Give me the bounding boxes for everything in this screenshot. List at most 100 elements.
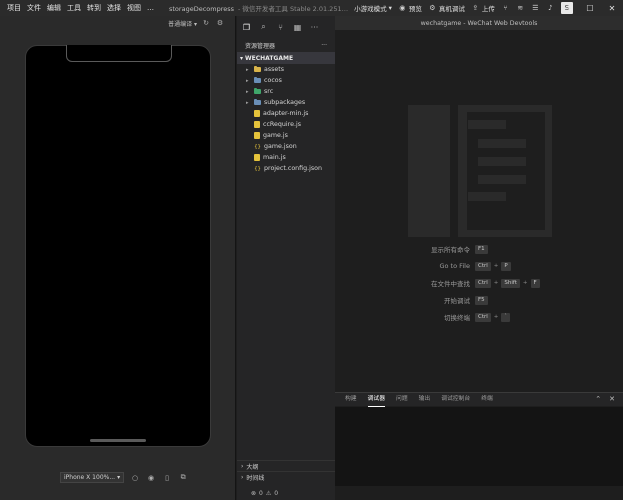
menu-item-project[interactable]: 项目	[4, 0, 24, 16]
js-file-icon	[254, 121, 260, 128]
editor-area: wechatgame - WeChat Web Devtools 显示所有命令 …	[335, 16, 623, 392]
window-title: storageDecompress - 微信开发者工具 Stable 2.01.2…	[169, 3, 348, 13]
json-file-icon: {}	[254, 165, 261, 172]
debugger-content[interactable]	[335, 407, 623, 486]
mode-select-label: 小游戏模式	[354, 5, 387, 13]
preview-button[interactable]: ◉ 预览	[398, 3, 422, 13]
window-icon[interactable]: ⧉	[178, 473, 188, 482]
phone-notch	[66, 45, 172, 62]
shortcut-row: 显示所有命令 F1	[335, 243, 623, 255]
error-count: 0	[259, 490, 263, 497]
window-controls: ─ ☐ ✕	[557, 0, 623, 16]
layers-icon[interactable]: ≋	[516, 4, 525, 13]
close-panel-icon[interactable]: ✕	[609, 393, 615, 406]
simulator-toolbar: 普通编译 ▾ ↻ ⚙	[0, 16, 235, 30]
menu-item-edit[interactable]: 编辑	[44, 0, 64, 16]
branch-icon[interactable]: ⑂	[501, 4, 510, 13]
explorer-more-button[interactable]: ···	[321, 42, 327, 49]
warning-count: 0	[274, 490, 279, 497]
files-icon[interactable]: ❐	[242, 23, 251, 32]
simulator-pane: 普通编译 ▾ ↻ ⚙ iPhone X 100%... ▾ ○ ◉ ▯ ⧉	[0, 16, 236, 500]
tab-problems[interactable]: 问题	[396, 393, 408, 406]
chevron-down-icon: ▾	[240, 54, 244, 62]
record-icon[interactable]: ○	[130, 474, 140, 482]
compile-select[interactable]: 普通编译 ▾	[168, 19, 197, 28]
chevron-right-icon: ▸	[246, 99, 249, 106]
list-icon[interactable]: ☰	[531, 4, 540, 13]
menu-item-more[interactable]: …	[144, 0, 157, 16]
shortcut-row: 开始调试 F5	[335, 294, 623, 306]
real-debug-label: 真机调试	[438, 5, 465, 13]
status-bar[interactable]: ⊗ 0 ⚠ 0	[237, 487, 278, 500]
timeline-section[interactable]: › 时间线	[237, 471, 335, 482]
menu-item-view[interactable]: 视图	[124, 0, 144, 16]
phone-screen[interactable]	[25, 45, 211, 447]
tab-debug-console[interactable]: 调试控制台	[441, 393, 470, 406]
file-game-json[interactable]: {} game.json	[237, 141, 335, 152]
folder-cocos[interactable]: ▸ cocos	[237, 75, 335, 86]
folder-icon	[254, 66, 261, 72]
activity-bar: ❐ ⌕ ⑂ ▦ ···	[237, 16, 335, 38]
device-select[interactable]: iPhone X 100%... ▾	[60, 472, 125, 483]
close-icon[interactable]: ✕	[601, 0, 623, 16]
menu-item-select[interactable]: 选择	[104, 0, 124, 16]
tab-build[interactable]: 构建	[345, 393, 357, 406]
bell-icon[interactable]: ♪	[546, 4, 555, 13]
explorer-pane: ❐ ⌕ ⑂ ▦ ··· 资源管理器 ··· ▾ WECHATGAME ▸ asse…	[237, 16, 335, 500]
menu-item-tools[interactable]: 工具	[64, 0, 84, 16]
device-select-label: iPhone X 100%...	[64, 474, 116, 481]
minimize-icon[interactable]: ─	[557, 0, 579, 16]
chevron-right-icon: ›	[241, 462, 244, 470]
explorer-header: 资源管理器 ···	[237, 38, 335, 52]
simulator-bottom-bar: iPhone X 100%... ▾ ○ ◉ ▯ ⧉	[60, 472, 188, 483]
file-main-js[interactable]: main.js	[237, 152, 335, 163]
file-ccrequire-js[interactable]: ccRequire.js	[237, 119, 335, 130]
gear-icon[interactable]: ⚙	[215, 19, 225, 27]
json-file-icon: {}	[254, 143, 261, 150]
file-adapter-min-js[interactable]: adapter-min.js	[237, 108, 335, 119]
mode-select[interactable]: 小游戏模式 ▾	[354, 3, 392, 13]
shortcut-row: 在文件中查找 Ctrl + Shift + F	[335, 277, 623, 289]
folder-subpackages[interactable]: ▸ subpackages	[237, 97, 335, 108]
chevron-right-icon: ›	[241, 473, 244, 481]
panel-controls: ⌃ ✕	[595, 393, 615, 406]
settings-icon: ⚙	[429, 4, 436, 12]
source-control-icon[interactable]: ⑂	[276, 23, 285, 32]
explorer-footer: › 大纲 › 时间线	[237, 460, 335, 482]
tab-terminal[interactable]: 终端	[481, 393, 493, 406]
menu-bar: 项目 文件 编辑 工具 转到 选择 视图 …	[0, 0, 157, 16]
file-project-config-json[interactable]: {} project.config.json	[237, 163, 335, 174]
stop-icon[interactable]: ◉	[146, 474, 156, 482]
toolbar: ◉ 预览 ⚙ 真机调试 ⇪ 上传 ⑂ ≋ ☰ ♪ S	[398, 2, 573, 14]
upload-button[interactable]: ⇪ 上传	[471, 3, 495, 13]
folder-src[interactable]: ▸ src	[237, 86, 335, 97]
upload-icon: ⇪	[472, 4, 479, 12]
workspace-root[interactable]: ▾ WECHATGAME	[237, 52, 335, 64]
maximize-icon[interactable]: ☐	[579, 0, 601, 16]
folder-icon	[254, 88, 261, 94]
menu-item-file[interactable]: 文件	[24, 0, 44, 16]
more-icon[interactable]: ···	[310, 23, 319, 32]
menu-item-goto[interactable]: 转到	[84, 0, 104, 16]
outline-section[interactable]: › 大纲	[237, 460, 335, 471]
panel-tabs: 构建 调试器 问题 输出 调试控制台 终端 ⌃ ✕	[335, 392, 623, 407]
folder-assets[interactable]: ▸ assets	[237, 64, 335, 75]
tab-debugger[interactable]: 调试器	[367, 393, 386, 407]
upload-label: 上传	[481, 5, 495, 13]
tab-output[interactable]: 输出	[419, 393, 431, 406]
chevron-up-icon[interactable]: ⌃	[595, 393, 601, 406]
chevron-down-icon: ▾	[117, 474, 121, 481]
extensions-icon[interactable]: ▦	[293, 23, 302, 32]
phone-icon[interactable]: ▯	[162, 474, 172, 482]
bottom-panel: 构建 调试器 问题 输出 调试控制台 终端 ⌃ ✕	[335, 392, 623, 500]
error-icon: ⊗	[251, 490, 257, 497]
search-icon[interactable]: ⌕	[259, 22, 268, 32]
file-game-js[interactable]: game.js	[237, 130, 335, 141]
home-indicator	[90, 439, 146, 442]
refresh-icon[interactable]: ↻	[201, 19, 211, 27]
real-debug-button[interactable]: ⚙ 真机调试	[428, 3, 465, 13]
js-file-icon	[254, 154, 260, 161]
warning-icon: ⚠	[265, 490, 272, 497]
editor-title: wechatgame - WeChat Web Devtools	[420, 19, 538, 27]
explorer-title: 资源管理器	[245, 42, 276, 50]
